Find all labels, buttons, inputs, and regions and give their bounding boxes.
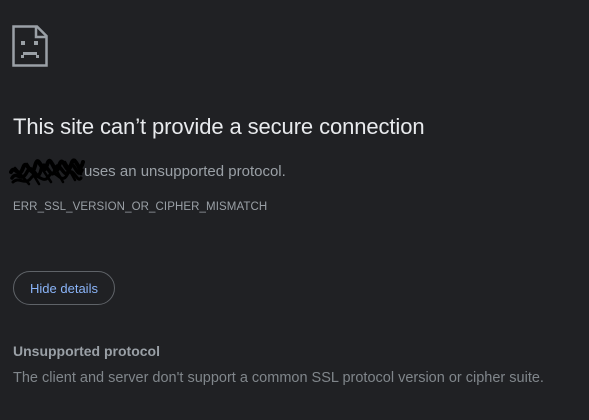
details-text: The client and server don't support a co…: [13, 370, 544, 386]
hide-details-button[interactable]: Hide details: [13, 271, 115, 305]
sad-page-icon: [12, 25, 48, 67]
error-page: This site can’t provide a secure connect…: [0, 0, 589, 420]
page-title: This site can’t provide a secure connect…: [13, 114, 425, 139]
error-description-text: uses an unsupported protocol.: [84, 162, 286, 180]
redacted-hostname-scribble: [9, 158, 85, 186]
details-heading: Unsupported protocol: [13, 343, 160, 359]
error-code: ERR_SSL_VERSION_OR_CIPHER_MISMATCH: [13, 201, 268, 213]
error-description: uses an unsupported protocol.: [9, 156, 286, 190]
